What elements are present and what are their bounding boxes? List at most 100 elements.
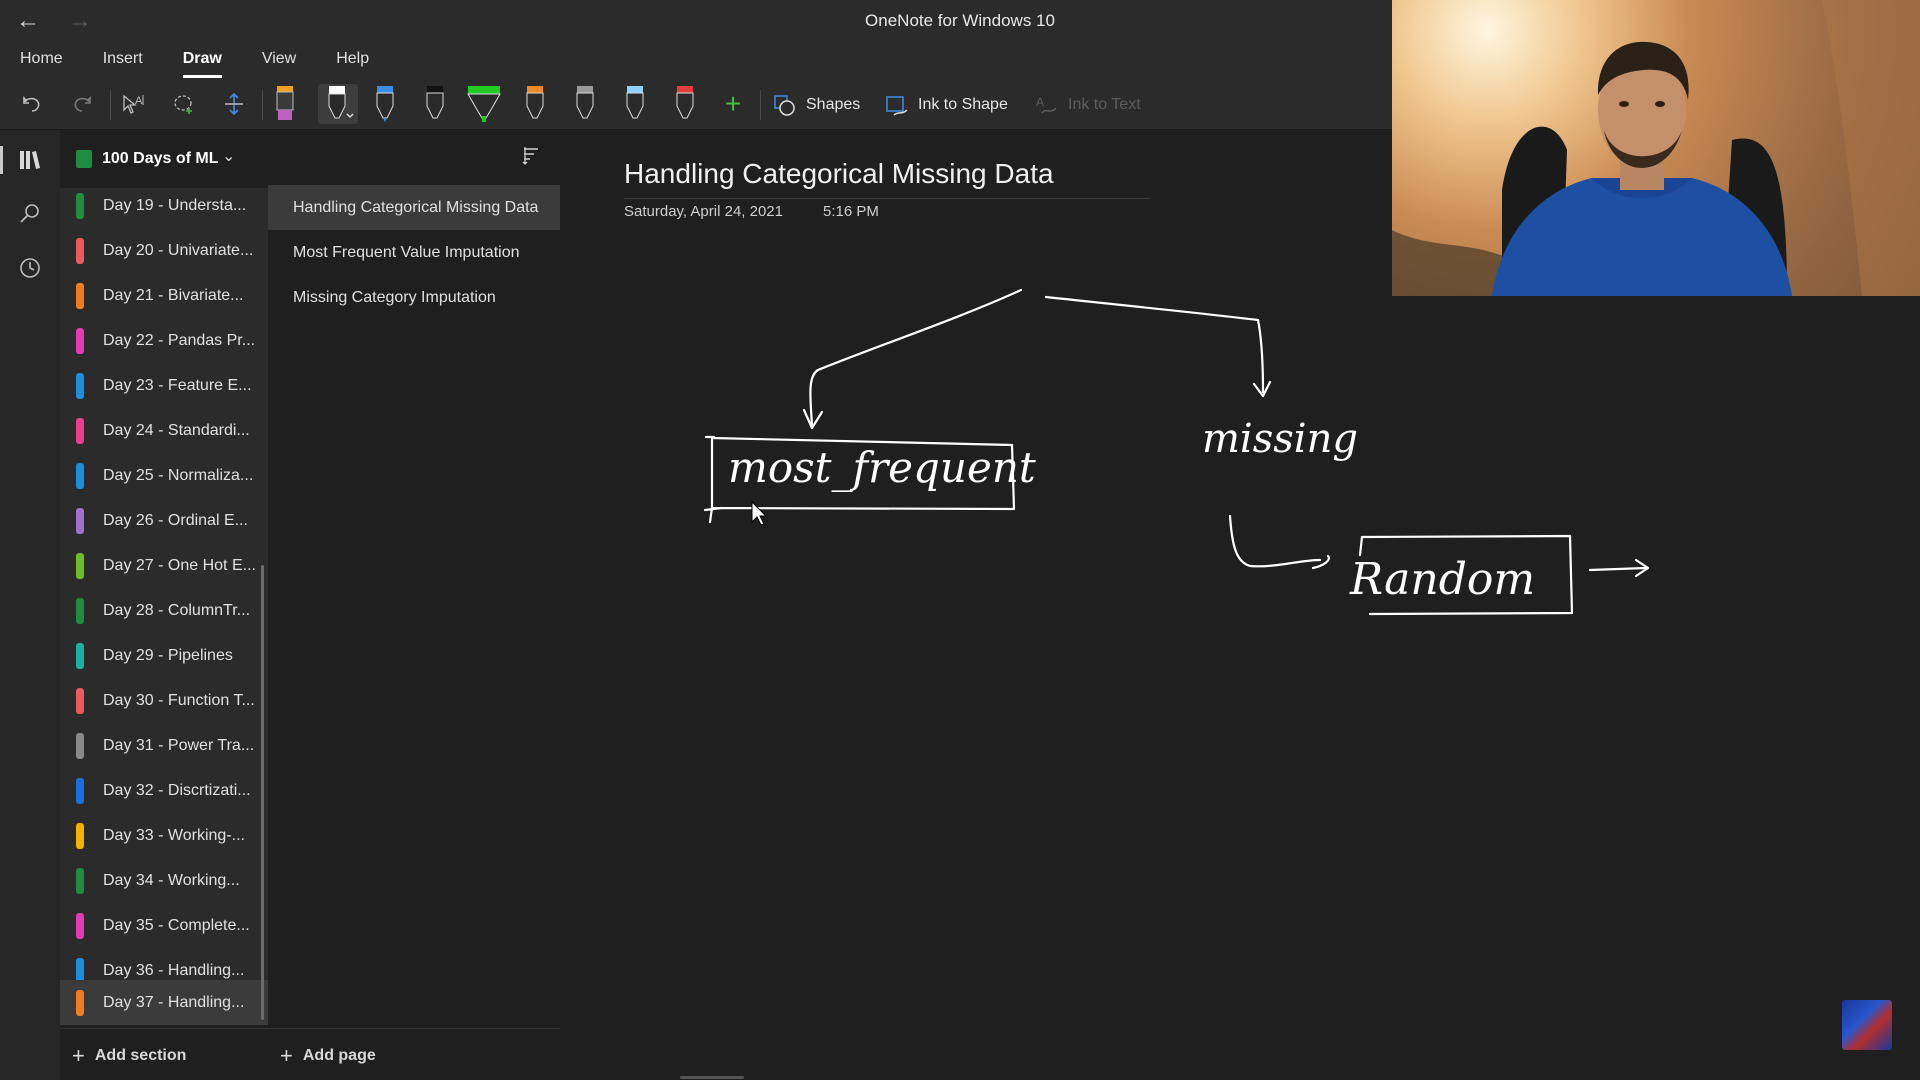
plus-icon: + bbox=[72, 1043, 85, 1068]
section-item[interactable]: Day 21 - Bivariate... bbox=[60, 273, 268, 318]
section-label: Day 32 - Discrtizati... bbox=[103, 781, 251, 799]
page-item[interactable]: Most Frequent Value Imputation bbox=[268, 230, 560, 275]
section-color-tab bbox=[76, 868, 84, 894]
section-color-tab bbox=[76, 418, 84, 444]
section-label: Day 23 - Feature E... bbox=[103, 376, 252, 394]
section-color-tab bbox=[76, 733, 84, 759]
add-page-button[interactable]: + Add page bbox=[280, 1043, 376, 1069]
pen-orange-icon[interactable] bbox=[520, 84, 550, 124]
pen-gray-icon[interactable] bbox=[570, 84, 600, 124]
section-label: Day 28 - ColumnTr... bbox=[103, 601, 251, 619]
ink-to-text-button[interactable]: A Ink to Text bbox=[1034, 88, 1141, 122]
navigation-rail bbox=[0, 130, 60, 1080]
section-item[interactable]: Day 32 - Discrtizati... bbox=[60, 768, 268, 813]
svg-text:A: A bbox=[1036, 95, 1044, 109]
add-space-icon[interactable] bbox=[216, 84, 252, 124]
highlighter-green-icon[interactable] bbox=[464, 84, 504, 124]
page-item-selected[interactable]: Handling Categorical Missing Data bbox=[268, 185, 560, 230]
pen-highlighter-purple-icon[interactable] bbox=[270, 84, 300, 124]
section-item[interactable]: Day 25 - Normaliza... bbox=[60, 453, 268, 498]
section-item[interactable]: Day 28 - ColumnTr... bbox=[60, 588, 268, 633]
section-color-tab bbox=[76, 283, 84, 309]
canvas-horizontal-scrollbar[interactable] bbox=[680, 1076, 744, 1079]
section-item[interactable]: Day 35 - Complete... bbox=[60, 903, 268, 948]
recent-clock-icon[interactable] bbox=[0, 246, 60, 290]
notebooks-icon[interactable] bbox=[0, 138, 60, 182]
section-item[interactable]: Day 26 - Ordinal E... bbox=[60, 498, 268, 543]
section-item[interactable]: Day 27 - One Hot E... bbox=[60, 543, 268, 588]
notebook-header[interactable]: 100 Days of ML ⌄ bbox=[60, 130, 560, 188]
section-label: Day 36 - Handling... bbox=[103, 961, 245, 979]
section-color-tab bbox=[76, 913, 84, 939]
section-label: Day 22 - Pandas Pr... bbox=[103, 331, 256, 349]
undo-icon[interactable] bbox=[14, 84, 50, 124]
tab-view[interactable]: View bbox=[242, 42, 316, 78]
redo-icon[interactable] bbox=[64, 84, 100, 124]
section-label: Day 29 - Pipelines bbox=[103, 646, 233, 664]
section-label: Day 21 - Bivariate... bbox=[103, 286, 244, 304]
section-item-selected[interactable]: Day 37 - Handling... bbox=[60, 980, 268, 1025]
page-time: 5:16 PM bbox=[823, 203, 879, 220]
add-pen-icon[interactable]: + bbox=[718, 84, 748, 124]
page-label: Most Frequent Value Imputation bbox=[293, 243, 520, 261]
section-label: Day 20 - Univariate... bbox=[103, 241, 254, 259]
section-item[interactable]: Day 19 - Understa... bbox=[60, 183, 268, 228]
ribbon-tabs: Home Insert Draw View Help bbox=[0, 42, 389, 78]
section-color-tab bbox=[76, 823, 84, 849]
section-item[interactable]: Day 30 - Function T... bbox=[60, 678, 268, 723]
section-color-tab bbox=[76, 778, 84, 804]
ink-to-shape-icon bbox=[886, 96, 908, 116]
pen-black-icon[interactable] bbox=[420, 84, 450, 124]
section-item[interactable]: Day 33 - Working-... bbox=[60, 813, 268, 858]
select-text-icon[interactable]: A bbox=[116, 84, 152, 124]
section-item[interactable]: Day 31 - Power Tra... bbox=[60, 723, 268, 768]
tab-draw[interactable]: Draw bbox=[163, 42, 242, 78]
ink-to-shape-label: Ink to Shape bbox=[918, 96, 1008, 113]
sort-pages-icon[interactable] bbox=[520, 144, 548, 172]
notebook-name: 100 Days of ML bbox=[102, 150, 219, 167]
pen-white-icon[interactable] bbox=[318, 84, 358, 124]
pen-lightblue-icon[interactable] bbox=[620, 84, 650, 124]
lasso-select-icon[interactable] bbox=[166, 84, 202, 124]
add-section-label: Add section bbox=[94, 1047, 187, 1064]
page-item[interactable]: Missing Category Imputation bbox=[268, 275, 560, 320]
pen-red-icon[interactable] bbox=[670, 84, 700, 124]
section-color-tab bbox=[76, 643, 84, 669]
section-label: Day 19 - Understa... bbox=[103, 196, 247, 214]
pen-blue-icon[interactable] bbox=[370, 84, 400, 124]
ink-to-shape-button[interactable]: Ink to Shape bbox=[884, 88, 1008, 122]
sections-scrollbar[interactable] bbox=[261, 565, 264, 1020]
search-icon[interactable] bbox=[0, 192, 60, 236]
tab-insert[interactable]: Insert bbox=[83, 42, 163, 78]
section-item[interactable]: Day 22 - Pandas Pr... bbox=[60, 318, 268, 363]
svg-text:A: A bbox=[135, 95, 143, 107]
section-label: Day 35 - Complete... bbox=[103, 916, 250, 934]
shapes-label: Shapes bbox=[806, 96, 861, 113]
section-item[interactable]: Day 23 - Feature E... bbox=[60, 363, 268, 408]
chevron-down-icon[interactable]: ⌄ bbox=[222, 146, 235, 166]
section-color-tab bbox=[76, 238, 84, 264]
page-label: Missing Category Imputation bbox=[293, 288, 496, 306]
section-label: Day 30 - Function T... bbox=[103, 691, 255, 709]
tab-home[interactable]: Home bbox=[0, 42, 83, 78]
bottom-bar: + Add section + Add page bbox=[60, 1028, 560, 1080]
section-item[interactable]: Day 20 - Univariate... bbox=[60, 228, 268, 273]
add-section-button[interactable]: + Add section bbox=[72, 1043, 186, 1069]
section-item[interactable]: Day 29 - Pipelines bbox=[60, 633, 268, 678]
section-color-tab bbox=[76, 463, 84, 489]
tab-help[interactable]: Help bbox=[316, 42, 389, 78]
section-label: Day 37 - Handling... bbox=[103, 993, 245, 1011]
section-color-tab bbox=[76, 373, 84, 399]
section-label: Day 34 - Working... bbox=[103, 871, 240, 889]
section-item[interactable]: Day 24 - Standardi... bbox=[60, 408, 268, 453]
section-label: Day 33 - Working-... bbox=[103, 826, 245, 844]
shapes-button[interactable]: Shapes bbox=[772, 88, 860, 122]
ink-to-text-icon: A bbox=[1036, 95, 1057, 114]
section-label: Day 25 - Normaliza... bbox=[103, 466, 254, 484]
section-item[interactable]: Day 34 - Working... bbox=[60, 858, 268, 903]
page-title[interactable]: Handling Categorical Missing Data bbox=[624, 158, 1054, 190]
notebook-icon bbox=[76, 150, 92, 168]
section-label: Day 31 - Power Tra... bbox=[103, 736, 255, 754]
section-color-tab bbox=[76, 328, 84, 354]
section-color-tab bbox=[76, 598, 84, 624]
